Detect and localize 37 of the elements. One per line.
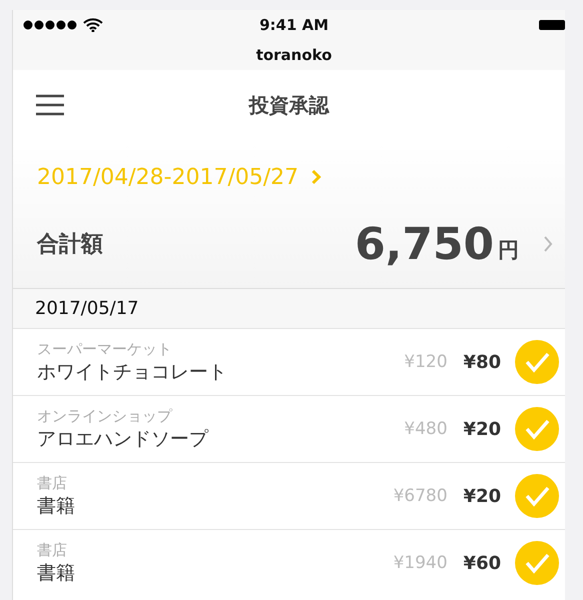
transaction-row[interactable]: 書店 書籍 ¥1940 ¥60 — [13, 529, 565, 596]
item-name: 書籍 — [37, 494, 76, 518]
checkmark-icon[interactable] — [515, 407, 559, 451]
invest-amount: ¥60 — [463, 552, 501, 574]
checkmark-icon[interactable] — [515, 541, 559, 585]
battery-icon — [539, 20, 565, 30]
item-price: ¥6780 — [393, 486, 448, 506]
total-label: 合計額 — [37, 231, 104, 259]
transaction-row[interactable]: 書店 書籍 ¥6780 ¥20 — [13, 462, 565, 529]
shop-name: 書店 — [37, 540, 68, 560]
transaction-row[interactable]: スーパーマーケット ホワイトチョコレート ¥120 ¥80 — [13, 328, 565, 395]
item-price: ¥120 — [404, 352, 448, 372]
menu-icon[interactable] — [35, 94, 65, 116]
shop-name: スーパーマーケット — [37, 340, 173, 358]
item-price: ¥1940 — [393, 553, 448, 573]
checkmark-icon[interactable] — [515, 474, 559, 518]
transaction-row[interactable]: オンラインショップ アロエハンドソープ ¥480 ¥20 — [13, 395, 565, 462]
invest-amount: ¥80 — [463, 352, 501, 372]
item-name: アロエハンドソープ — [37, 426, 210, 452]
status-time: 9:41 AM — [258, 16, 330, 34]
total-amount: 6,750 — [354, 218, 494, 270]
wifi-icon — [83, 18, 103, 32]
item-name: 書籍 — [37, 560, 76, 586]
invest-amount: ¥20 — [463, 486, 501, 506]
shop-name: 書店 — [37, 474, 68, 492]
chevron-icon[interactable] — [310, 169, 321, 185]
signal-icon — [23, 20, 79, 30]
item-price: ¥480 — [404, 419, 448, 439]
section-date: 2017/05/17 — [13, 289, 565, 328]
chevron-icon[interactable] — [543, 235, 553, 253]
item-name: ホワイトチョコレート — [37, 360, 228, 384]
screen-title: 投資承認 — [248, 92, 330, 118]
shop-name: オンラインショップ — [37, 406, 174, 426]
checkmark-icon[interactable] — [515, 340, 559, 384]
currency-unit: 円 — [498, 237, 519, 264]
carrier-name: toranoko — [256, 46, 332, 64]
invest-amount: ¥20 — [463, 418, 501, 440]
